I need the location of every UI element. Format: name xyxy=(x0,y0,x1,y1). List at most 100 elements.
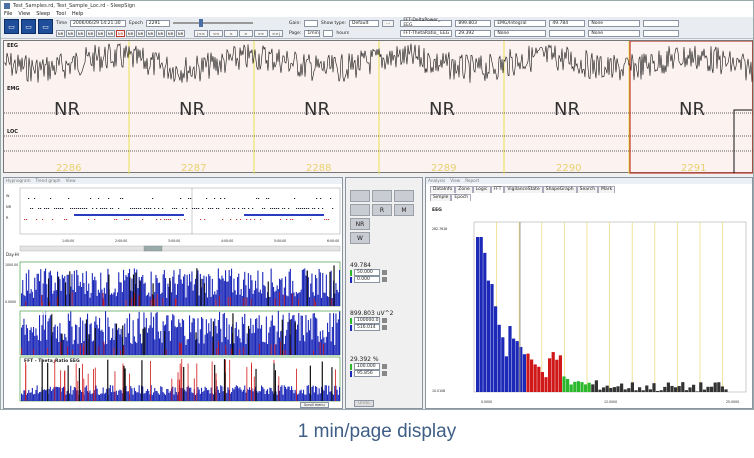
stage-toggle-button[interactable]: NR xyxy=(86,29,95,37)
emg-select[interactable]: EMG/Integral xyxy=(494,19,547,27)
epoch-slider[interactable] xyxy=(172,19,253,27)
stage-toggle-button[interactable]: NR xyxy=(106,29,115,37)
color-swatch[interactable] xyxy=(382,371,387,376)
fft-delta-select[interactable]: FFT-DeltaPower_ EEG xyxy=(400,18,453,28)
stage-toggle-button[interactable]: NR xyxy=(76,29,85,37)
trend-bar xyxy=(184,389,186,401)
trend-bar xyxy=(69,393,71,401)
trend-bar xyxy=(207,297,209,306)
trend-bar-red xyxy=(187,363,189,401)
trend-bar xyxy=(150,312,152,355)
menu-view[interactable]: View xyxy=(18,11,30,17)
eeg-waveform-canvas[interactable] xyxy=(4,41,754,174)
stage-pad-blank[interactable] xyxy=(350,204,370,216)
color-swatch[interactable] xyxy=(382,325,387,330)
tab-vigilance-state[interactable]: VigilanceState xyxy=(504,186,543,193)
print-icon[interactable]: ▭ xyxy=(38,19,53,34)
nav-button[interactable]: > xyxy=(239,29,253,37)
slider-thumb[interactable] xyxy=(198,19,203,27)
eeg-waveform-panel[interactable]: EEG EMG LOC NR NR NR NR NR NR 2286 2287 … xyxy=(3,40,754,174)
show-type-more-button[interactable]: ... xyxy=(382,19,395,27)
tab-report[interactable]: Report xyxy=(465,178,479,184)
time-field[interactable]: 2006/06/29 14:21:30 xyxy=(70,19,127,27)
color-swatch[interactable] xyxy=(382,364,387,369)
stage-pad-blank[interactable] xyxy=(394,190,414,202)
menu-tool[interactable]: Tool xyxy=(56,11,66,17)
tab-epoch[interactable]: Epoch xyxy=(451,194,472,201)
hours-field[interactable] xyxy=(323,29,334,37)
stage-toggle-button[interactable]: NR xyxy=(156,29,165,37)
trace-min-field[interactable]: 516.014 xyxy=(354,324,380,331)
spectrum-bar xyxy=(602,387,606,392)
nav-button[interactable]: < xyxy=(224,29,238,37)
trace-max-field[interactable]: 50.000 xyxy=(354,269,380,276)
tab-shape-graph[interactable]: ShapeGraph xyxy=(542,186,577,193)
trend-bar-black xyxy=(183,366,185,401)
trace-max-field[interactable]: 100.000 xyxy=(354,363,380,370)
extra-select-b[interactable]: None xyxy=(494,29,547,37)
menu-file[interactable]: File xyxy=(4,11,12,17)
trend-bar xyxy=(177,283,179,306)
nav-button[interactable]: >>| xyxy=(269,29,283,37)
fft-theta-select[interactable]: FFT-ThetaRatio_ EEG xyxy=(400,29,453,37)
stage-toggle-button[interactable]: NR xyxy=(126,29,135,37)
trend-bar xyxy=(63,339,65,355)
scroll-menu-button[interactable]: Scroll menu xyxy=(300,402,329,408)
tab-analysis-view[interactable]: View xyxy=(450,178,460,184)
undo-button[interactable]: Undo xyxy=(354,400,374,407)
nav-button[interactable]: >> xyxy=(254,29,268,37)
trend-bar xyxy=(318,341,320,355)
trend-bar-red xyxy=(251,362,252,401)
extra-select-c[interactable]: None xyxy=(588,29,641,37)
stage-pad-blank[interactable] xyxy=(372,190,392,202)
trend-bar xyxy=(262,341,264,355)
trend-bar xyxy=(167,388,169,401)
tab-datainfo[interactable]: DataInfo xyxy=(430,186,456,193)
page-select[interactable]: 1min xyxy=(304,29,321,37)
stage-button-m[interactable]: M xyxy=(394,204,414,216)
stage-button-r[interactable]: R xyxy=(372,204,392,216)
epoch-field[interactable]: 2291 xyxy=(145,19,170,27)
tab-search[interactable]: Search xyxy=(576,186,599,193)
stage-toggle-button[interactable]: NR xyxy=(116,29,125,37)
stage-toggle-button[interactable]: NR xyxy=(146,29,155,37)
menu-help[interactable]: Help xyxy=(72,11,83,17)
hypnogram-canvas[interactable] xyxy=(4,184,343,409)
trend-bar-red xyxy=(175,298,177,306)
stage-pad-blank[interactable] xyxy=(350,190,370,202)
trend-bar xyxy=(335,283,337,306)
trace-max-field[interactable]: 100000.0 xyxy=(354,317,380,324)
color-swatch[interactable] xyxy=(382,270,387,275)
stage-toggle-button[interactable]: NR xyxy=(166,29,175,37)
stage-toggle-button[interactable]: NR xyxy=(56,29,65,37)
trend-bar xyxy=(209,275,211,306)
tab-analysis[interactable]: Analysis xyxy=(428,178,445,184)
trace-min-field[interactable]: 95.856 xyxy=(354,370,380,377)
trend-bar xyxy=(216,386,218,401)
extra-select-a[interactable]: None xyxy=(588,19,641,27)
nav-button[interactable]: << xyxy=(209,29,223,37)
color-swatch[interactable] xyxy=(382,277,387,282)
stage-toggle-button[interactable]: NR xyxy=(176,29,185,37)
tab-mark[interactable]: Mark xyxy=(598,186,616,193)
tab-zone[interactable]: Zone xyxy=(455,186,473,193)
stage-toggle-button[interactable]: NR xyxy=(136,29,145,37)
stage-button-w[interactable]: W xyxy=(350,232,370,244)
tab-logic[interactable]: Logic xyxy=(472,186,491,193)
trace-min-field[interactable]: 0.000 xyxy=(354,276,380,283)
stage-toggle-button[interactable]: NR xyxy=(66,29,75,37)
menu-sleep[interactable]: Sleep xyxy=(36,11,50,17)
hypnogram-mark xyxy=(188,198,190,199)
tab-fft[interactable]: FFT xyxy=(490,186,505,193)
fft-spectrum-canvas[interactable] xyxy=(430,214,750,404)
color-swatch[interactable] xyxy=(382,318,387,323)
stage-button-nr[interactable]: NR xyxy=(350,218,370,230)
stage-toggle-button[interactable]: NR xyxy=(96,29,105,37)
open-file-icon[interactable]: ▭ xyxy=(4,19,19,34)
nav-button[interactable]: |<< xyxy=(194,29,208,37)
gain-field[interactable] xyxy=(303,19,318,27)
show-type-select[interactable]: Default xyxy=(349,19,380,27)
tab-simple[interactable]: Simple xyxy=(430,194,452,201)
spectrum-bar xyxy=(501,337,505,392)
save-file-icon[interactable]: ▭ xyxy=(21,19,36,34)
